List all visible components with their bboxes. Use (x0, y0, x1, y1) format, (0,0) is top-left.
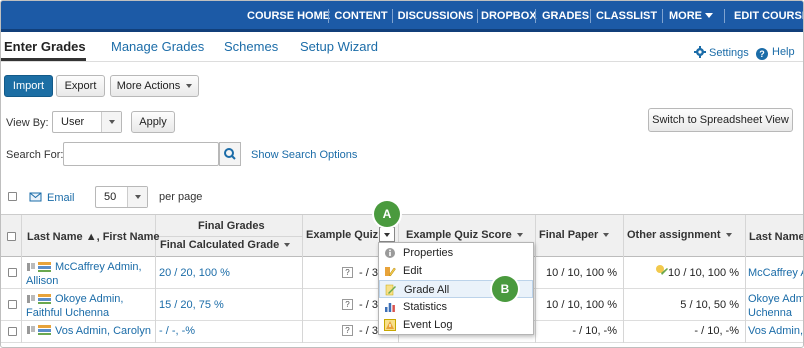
nav-grades[interactable]: GRADES (542, 1, 589, 29)
student-name-line2[interactable]: Allison (26, 275, 58, 287)
row-checkbox[interactable] (8, 268, 17, 277)
tab-manage-grades[interactable]: Manage Grades (111, 39, 204, 54)
user-status-icon (27, 325, 51, 335)
course-navbar: COURSE HOME CONTENT DISCUSSIONS DROPBOX … (1, 1, 803, 32)
apply-button[interactable]: Apply (131, 111, 175, 133)
other-grade-cell: - / 10, -% (694, 325, 739, 337)
per-page-label: per page (159, 191, 203, 203)
col-group-final-grades: Final Grades (198, 220, 265, 232)
help-icon: ? (756, 48, 768, 60)
final-grade-cell[interactable]: 15 / 20, 75 % (159, 299, 224, 311)
search-input[interactable] (63, 142, 219, 166)
nav-discussions[interactable]: DISCUSSIONS (397, 1, 474, 29)
student-name[interactable]: McCaffrey Admin, (55, 261, 142, 273)
view-by-label: View By: (6, 117, 49, 129)
search-label: Search For: (6, 149, 64, 161)
tab-schemes[interactable]: Schemes (224, 39, 278, 54)
col-header-final-paper[interactable]: Final Paper (539, 229, 610, 241)
gear-icon (694, 46, 706, 58)
question-icon[interactable]: ? (342, 267, 353, 278)
student-name-right[interactable]: Vos Admin, (748, 325, 803, 337)
paper-grade-cell: - / 10, -% (572, 325, 617, 337)
user-status-icon (27, 262, 51, 272)
nav-dropbox[interactable]: DROPBOX (481, 1, 537, 29)
final-grade-cell[interactable]: 20 / 20, 100 % (159, 267, 230, 279)
question-icon[interactable]: ? (342, 325, 353, 336)
student-name-line2[interactable]: Faithful Uchenna (26, 307, 109, 319)
other-grade-cell: 5 / 10, 50 % (680, 299, 739, 311)
nav-more[interactable]: MORE (669, 1, 713, 29)
per-page-select[interactable]: 50 (95, 186, 148, 208)
edit-icon (385, 267, 396, 277)
more-actions-button[interactable]: More Actions (110, 75, 199, 97)
statistics-icon (385, 303, 395, 312)
chevron-down-icon (186, 84, 193, 88)
final-grade-cell[interactable]: - / -, -% (159, 325, 195, 337)
other-grade-cell: 10 / 10, 100 % (668, 267, 739, 279)
row-checkbox[interactable] (8, 300, 17, 309)
col-header-last-name-right[interactable]: Last Name (749, 231, 803, 243)
email-icon (29, 192, 42, 202)
student-name[interactable]: Okoye Admin, (55, 293, 123, 305)
show-search-options-link[interactable]: Show Search Options (251, 149, 357, 161)
nav-classlist[interactable]: CLASSLIST (596, 1, 657, 29)
col-header-example-quiz[interactable]: Example Quiz (306, 229, 378, 241)
nav-edit-course[interactable]: EDIT COURSE (734, 1, 803, 29)
student-name[interactable]: Vos Admin, Carolyn (55, 325, 151, 337)
student-name-right[interactable]: Okoye Admi (748, 293, 803, 305)
nav-content[interactable]: CONTENT (334, 1, 388, 29)
menu-item-properties[interactable]: Properties (379, 244, 533, 262)
email-link[interactable]: Email (29, 191, 75, 204)
tab-setup-wizard[interactable]: Setup Wizard (300, 39, 378, 54)
feedback-icon[interactable] (655, 264, 669, 278)
col-header-other-assignment[interactable]: Other assignment (627, 229, 732, 241)
help-link[interactable]: ? Help (756, 46, 795, 60)
header-checkbox[interactable] (7, 232, 16, 241)
callout-b: B (492, 276, 518, 302)
chevron-down-icon (101, 112, 121, 132)
col-header-name[interactable]: Last Name ▲, First Name (27, 231, 160, 243)
chevron-down-icon[interactable] (516, 233, 523, 237)
col-header-example-quiz-score[interactable]: Example Quiz Score (406, 229, 523, 241)
tab-divider (1, 61, 803, 62)
view-by-select[interactable]: User (52, 111, 122, 133)
quiz-grade-cell: - / 3 (359, 299, 378, 311)
import-button[interactable]: Import (4, 75, 53, 97)
nav-course-home[interactable]: COURSE HOME (247, 1, 330, 29)
student-name-right[interactable]: McCaffrey A (748, 267, 803, 279)
menu-item-event-log[interactable]: Event Log (379, 316, 533, 334)
quiz-grade-cell: - / 3 (359, 267, 378, 279)
export-button[interactable]: Export (56, 75, 105, 97)
grades-page: COURSE HOME CONTENT DISCUSSIONS DROPBOX … (0, 0, 804, 348)
chevron-down-icon (127, 187, 147, 207)
row-checkbox[interactable] (8, 327, 17, 336)
search-button[interactable] (219, 142, 241, 166)
info-icon (385, 248, 395, 258)
example-quiz-menu-button[interactable] (379, 227, 395, 242)
tab-enter-grades[interactable]: Enter Grades (4, 39, 86, 54)
chevron-down-icon[interactable] (725, 233, 732, 237)
switch-spreadsheet-button[interactable]: Switch to Spreadsheet View (648, 108, 793, 132)
quiz-grade-cell: - / 3 (359, 325, 378, 337)
paper-grade-cell: 10 / 10, 100 % (546, 299, 617, 311)
event-log-icon (384, 319, 396, 331)
search-icon (224, 148, 236, 160)
settings-link[interactable]: Settings (694, 46, 749, 59)
chevron-down-icon[interactable] (603, 233, 610, 237)
grade-all-icon (385, 284, 396, 296)
paper-grade-cell: 10 / 10, 100 % (546, 267, 617, 279)
question-icon[interactable]: ? (342, 299, 353, 310)
col-header-final-calculated[interactable]: Final Calculated Grade (160, 239, 291, 251)
chevron-down-icon (705, 13, 713, 18)
callout-a: A (374, 201, 400, 227)
student-name-right-line2[interactable]: Uchenna (748, 307, 792, 319)
user-status-icon (27, 294, 51, 304)
chevron-down-icon[interactable] (284, 243, 291, 247)
select-all-checkbox[interactable] (8, 192, 17, 201)
